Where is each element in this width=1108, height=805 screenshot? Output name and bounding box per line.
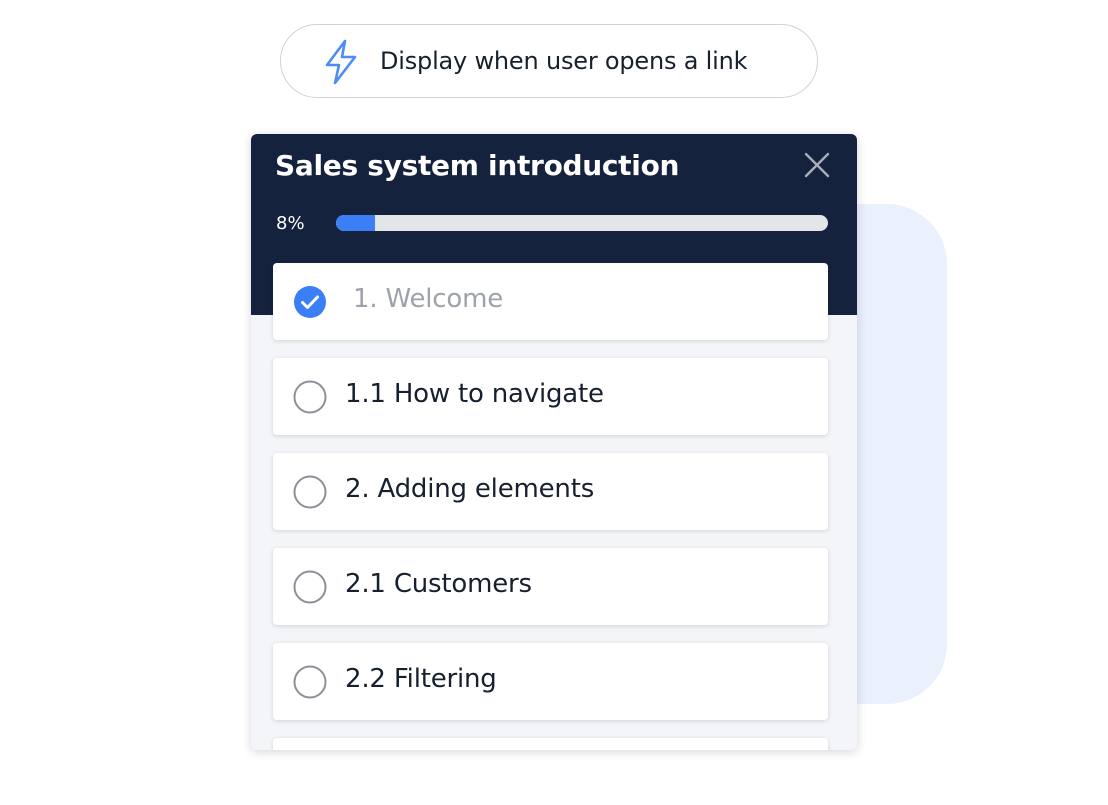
unchecked-circle-icon <box>293 475 327 509</box>
unchecked-circle-icon <box>293 380 327 414</box>
task-label: 1. Welcome <box>353 284 504 314</box>
task-item[interactable]: 1.1 How to navigate <box>273 358 828 435</box>
stage: Display when user opens a link Sales sys… <box>0 0 1108 805</box>
task-item[interactable]: 2.2 Filtering <box>273 643 828 720</box>
task-item[interactable]: 2. Adding elements <box>273 453 828 530</box>
progress-bar-fill <box>336 215 376 231</box>
trigger-pill[interactable]: Display when user opens a link <box>280 24 818 98</box>
checklist-panel: Sales system introduction 8% 1. Welcome <box>251 134 857 750</box>
unchecked-circle-icon <box>293 665 327 699</box>
checked-circle-icon <box>293 285 327 319</box>
task-item[interactable]: 2.1 Customers <box>273 548 828 625</box>
progress-percent: 8% <box>276 213 305 234</box>
task-label: 2.1 Customers <box>345 569 532 599</box>
trigger-label: Display when user opens a link <box>380 47 748 75</box>
progress-bar <box>336 215 828 231</box>
task-item[interactable]: 1. Welcome <box>273 263 828 340</box>
task-label: 2.2 Filtering <box>345 664 497 694</box>
unchecked-circle-icon <box>293 570 327 604</box>
close-button[interactable] <box>799 147 835 183</box>
task-label: 2. Adding elements <box>345 474 595 504</box>
task-item-partial[interactable] <box>273 738 828 750</box>
close-icon <box>804 152 830 178</box>
checklist-title: Sales system introduction <box>275 149 680 182</box>
task-label: 1.1 How to navigate <box>345 379 604 409</box>
lightning-bolt-icon <box>321 37 361 87</box>
